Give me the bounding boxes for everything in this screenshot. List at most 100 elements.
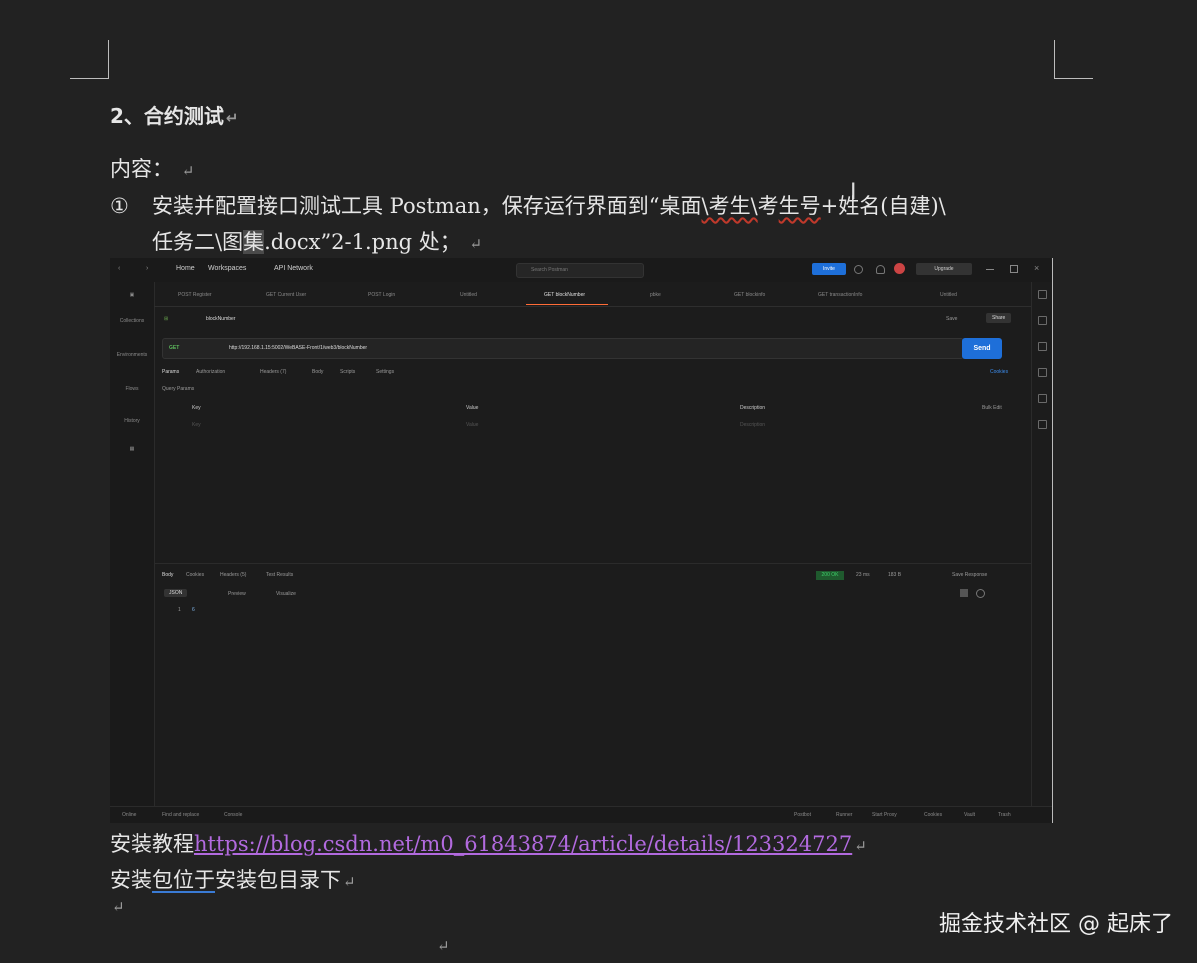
online-status[interactable]: Online (122, 812, 136, 818)
status-badge: 200 OK (816, 571, 844, 580)
query-params-label: Query Params (162, 386, 195, 392)
nav-workspaces[interactable]: Workspaces (208, 265, 246, 272)
right-toolbar (1031, 282, 1052, 807)
apps-icon[interactable]: ▦ (110, 446, 154, 452)
package-line: 安装包位于安装包目录下 ↵ (110, 868, 356, 892)
method-select[interactable]: GET (169, 345, 179, 351)
tab-register[interactable]: POST Register (178, 292, 212, 298)
code-icon[interactable] (1038, 342, 1047, 351)
active-tab-indicator (526, 304, 608, 305)
request-tabs: POST Register GET Current User POST Logi… (154, 284, 1032, 307)
console-button[interactable]: Console (224, 812, 242, 818)
response-time: 23 ms (856, 572, 870, 578)
description-input[interactable]: Description (740, 422, 765, 428)
bulk-edit-button[interactable]: Bulk Edit (982, 405, 1002, 411)
tab-blocknumber-active[interactable]: GET blockNumber (544, 292, 585, 298)
status-bar: Online Find and replace Console Postbot … (110, 806, 1052, 823)
empty-paragraph-mark: ↵ (112, 898, 125, 916)
back-arrow-icon[interactable]: ‹ (118, 265, 120, 272)
trash-button[interactable]: Trash (998, 812, 1011, 818)
response-tab-cookies[interactable]: Cookies (186, 572, 204, 578)
line-number: 1 (178, 607, 181, 613)
postbot-button[interactable]: Postbot (794, 812, 811, 818)
response-size: 183 B (888, 572, 902, 578)
item-number: ① (110, 194, 129, 218)
tutorial-line: 安装教程https://blog.csdn.net/m0_61843874/ar… (110, 832, 867, 856)
invite-button[interactable]: Invite (812, 263, 846, 275)
crop-mark-top-right (1054, 40, 1093, 79)
find-replace-button[interactable]: Find and replace (162, 812, 199, 818)
subtab-params[interactable]: Params (162, 369, 179, 375)
col-description: Description (740, 405, 766, 411)
pane-divider[interactable] (154, 563, 1032, 564)
postman-topbar: ‹ › Home Workspaces API Network Search P… (110, 258, 1052, 282)
search-box[interactable]: Search Postman (516, 263, 644, 278)
tab-untitled-2[interactable]: Untitled (940, 292, 957, 298)
info-icon[interactable] (1038, 368, 1047, 377)
upgrade-button[interactable]: Upgrade (916, 263, 972, 275)
avatar[interactable] (894, 263, 905, 274)
tab-untitled[interactable]: Untitled (460, 292, 477, 298)
response-tab-body[interactable]: Body (162, 572, 173, 578)
sidebar-item-environments[interactable]: Environments (110, 352, 154, 358)
response-body-value: 6 (192, 607, 195, 613)
docs-icon[interactable] (1038, 290, 1047, 299)
tutorial-link[interactable]: https://blog.csdn.net/m0_61843874/articl… (194, 832, 852, 856)
postman-screenshot: ‹ › Home Workspaces API Network Search P… (110, 258, 1053, 823)
forward-arrow-icon[interactable]: › (146, 265, 148, 272)
key-input[interactable]: Key (192, 422, 201, 428)
send-button[interactable]: Send (962, 338, 1002, 359)
response-tab-test-results[interactable]: Test Results (266, 572, 293, 578)
vault-button[interactable]: Vault (964, 812, 975, 818)
sidebar-item-history[interactable]: History (110, 418, 154, 424)
tab-pbke[interactable]: pbke (650, 292, 661, 298)
http-icon: ⊞ (164, 316, 169, 322)
url-bar[interactable]: GET http://192.168.1.15:5002/WeBASE-Fron… (162, 338, 964, 359)
cookies-link[interactable]: Cookies (990, 369, 1008, 375)
comments-icon[interactable] (1038, 316, 1047, 325)
format-select[interactable]: JSON (164, 589, 188, 597)
subtab-scripts[interactable]: Scripts (340, 369, 355, 375)
subtab-body[interactable]: Body (312, 369, 323, 375)
subtab-settings[interactable]: Settings (376, 369, 394, 375)
request-breadcrumb: blockNumber (206, 316, 236, 322)
save-button[interactable]: Save (946, 316, 957, 322)
value-input[interactable]: Value (466, 422, 478, 428)
subtab-authorization[interactable]: Authorization (196, 369, 225, 375)
col-key: Key (192, 405, 201, 411)
bell-icon[interactable] (876, 265, 885, 274)
section-heading: 2、合约测试 ↵ (110, 104, 239, 128)
subtab-headers[interactable]: Headers (7) (260, 369, 286, 375)
minimize-icon[interactable] (986, 269, 994, 270)
tab-login[interactable]: POST Login (368, 292, 395, 298)
maximize-icon[interactable] (1010, 265, 1018, 273)
settings-icon[interactable] (854, 265, 863, 274)
sidebar-item-flows[interactable]: Flows (110, 386, 154, 392)
tab-current-user[interactable]: GET Current User (266, 292, 306, 298)
response-tab-headers[interactable]: Headers (5) (220, 572, 246, 578)
cookies-button[interactable]: Cookies (924, 812, 942, 818)
url-input[interactable]: http://192.168.1.15:5002/WeBASE-Front/1/… (229, 345, 367, 351)
share-button[interactable]: Share (986, 313, 1012, 323)
text-cursor-icon: I (850, 180, 857, 205)
visualize-button[interactable]: Visualize (276, 591, 296, 597)
tab-blockinfo[interactable]: GET blockinfo (734, 292, 765, 298)
new-icon[interactable]: ▣ (110, 292, 154, 298)
task-item-line2: 任务二\图集.docx”2-1.png 处； ↵ (152, 230, 483, 254)
selected-text: 集 (243, 230, 265, 254)
nav-home[interactable]: Home (176, 265, 195, 272)
history-icon[interactable] (1038, 420, 1047, 429)
postman-sidebar: ▣ Collections Environments Flows History… (110, 282, 155, 807)
search-input[interactable]: Search Postman (531, 267, 568, 273)
search-icon[interactable] (976, 589, 985, 598)
runner-button[interactable]: Runner (836, 812, 852, 818)
tab-transactioninfo[interactable]: GET transactionInfo (818, 292, 862, 298)
copy-icon[interactable] (960, 589, 968, 597)
close-icon[interactable]: × (1034, 263, 1039, 273)
sidebar-item-collections[interactable]: Collections (110, 318, 154, 324)
start-proxy-button[interactable]: Start Proxy (872, 812, 897, 818)
preview-button[interactable]: Preview (228, 591, 246, 597)
related-icon[interactable] (1038, 394, 1047, 403)
save-response-button[interactable]: Save Response (952, 572, 987, 578)
nav-api-network[interactable]: API Network (274, 265, 313, 272)
